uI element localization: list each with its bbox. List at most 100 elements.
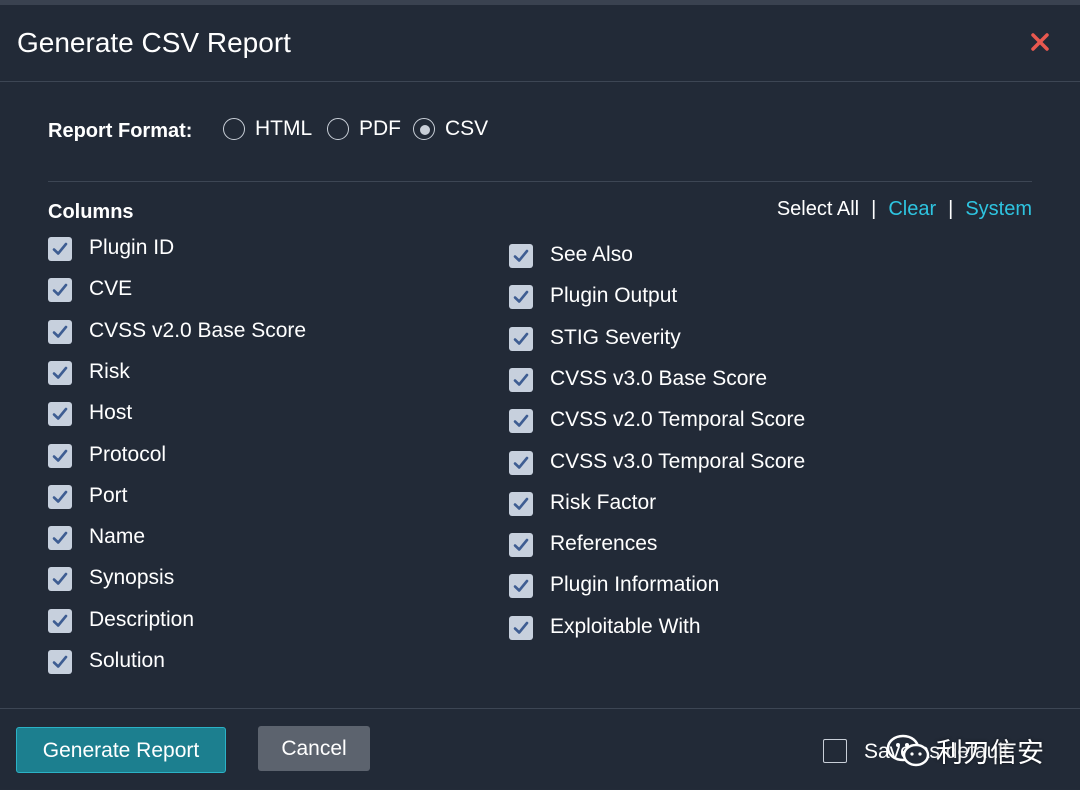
column-label: CVSS v2.0 Temporal Score: [550, 408, 806, 432]
checkbox-checked: [509, 450, 533, 475]
generate-report-dialog: Generate CSV Report Report Format: HTML …: [0, 5, 1080, 789]
checkbox-checked: [48, 526, 72, 551]
column-checkbox-item[interactable]: CVSS v3.0 Base Score: [509, 366, 929, 396]
clear-link[interactable]: Clear: [888, 198, 936, 220]
wechat-icon: [886, 734, 930, 767]
system-link[interactable]: System: [965, 198, 1032, 220]
checkmark-icon: [52, 283, 68, 297]
column-label: STIG Severity: [550, 325, 681, 349]
dialog-header: Generate CSV Report: [0, 5, 1080, 82]
checkbox-checked: [509, 367, 533, 392]
checkbox-checked: [48, 443, 72, 468]
column-checkbox-item[interactable]: See Also: [509, 242, 929, 272]
separator: |: [948, 198, 954, 220]
checkmark-icon: [513, 373, 529, 386]
checkmark-icon: [52, 655, 68, 668]
column-checkbox-item[interactable]: Name: [48, 524, 468, 554]
column-checkbox-item[interactable]: CVE: [48, 276, 468, 306]
checkmark-icon: [52, 573, 68, 586]
column-label: Solution: [89, 649, 165, 672]
report-format-label: Report Format:: [48, 120, 193, 142]
radio-circle: [223, 118, 245, 140]
column-checkbox-item[interactable]: CVSS v3.0 Temporal Score: [509, 449, 929, 479]
checkbox-empty: [823, 739, 847, 763]
close-icon[interactable]: [1026, 27, 1054, 55]
checkbox-checked: [509, 491, 533, 516]
checkbox-checked: [48, 567, 72, 592]
checkbox-checked: [48, 237, 72, 261]
radio-circle: [327, 118, 349, 140]
radio-html[interactable]: HTML: [223, 115, 318, 145]
checkmark-icon: [52, 407, 68, 420]
column-checkbox-item[interactable]: Risk: [48, 359, 468, 389]
radio-csv-label: CSV: [445, 117, 489, 140]
column-label: CVSS v3.0 Base Score: [550, 366, 768, 390]
column-label: See Also: [550, 243, 633, 266]
checkbox-checked: [48, 608, 72, 633]
checkmark-icon: [52, 490, 68, 503]
checkbox-checked: [509, 574, 533, 599]
separator: |: [871, 198, 877, 220]
column-checkbox-item[interactable]: Solution: [48, 648, 468, 678]
radio-selected-dot: [420, 125, 430, 135]
column-label: Exploitable With: [550, 614, 701, 638]
column-checkbox-item[interactable]: Description: [48, 607, 468, 637]
checkbox-checked: [509, 326, 533, 351]
column-label: Port: [89, 483, 128, 507]
cancel-button[interactable]: Cancel: [258, 726, 370, 771]
checkmark-icon: [52, 531, 68, 544]
column-label: Risk Factor: [550, 490, 657, 514]
column-checkbox-item[interactable]: Plugin ID: [48, 235, 468, 265]
column-actions: Select All | Clear | System: [777, 198, 1032, 221]
column-label: Synopsis: [89, 566, 175, 590]
column-label: Description: [89, 607, 195, 631]
checkmark-icon: [513, 249, 529, 262]
checkbox-checked: [509, 615, 533, 640]
column-label: Plugin Information: [550, 573, 720, 597]
column-checkbox-item[interactable]: References: [509, 531, 929, 561]
checkmark-icon: [52, 325, 68, 338]
checkmark-icon: [513, 497, 529, 510]
checkbox-checked: [509, 244, 533, 268]
checkbox-checked: [48, 484, 72, 509]
watermark: 利刃信安: [886, 729, 1056, 769]
column-label: Protocol: [89, 442, 167, 466]
radio-circle: [413, 118, 435, 140]
checkmark-icon: [52, 614, 68, 627]
column-checkbox-item[interactable]: Synopsis: [48, 565, 468, 595]
checkmark-icon: [513, 621, 529, 634]
column-label: CVE: [89, 277, 133, 301]
column-checkbox-item[interactable]: Plugin Information: [509, 572, 929, 602]
checkmark-icon: [513, 538, 529, 551]
column-checkbox-item[interactable]: CVSS v2.0 Base Score: [48, 318, 468, 348]
column-checkbox-item[interactable]: Host: [48, 400, 468, 430]
column-label: Plugin Output: [550, 284, 678, 308]
radio-csv[interactable]: CSV: [413, 115, 493, 145]
column-label: CVSS v2.0 Base Score: [89, 318, 307, 342]
generate-report-button[interactable]: Generate Report: [16, 727, 226, 773]
column-checkbox-item[interactable]: CVSS v2.0 Temporal Score: [509, 407, 929, 437]
columns-heading: Columns: [48, 201, 134, 223]
section-divider: [48, 181, 1032, 182]
checkbox-checked: [509, 409, 533, 434]
column-checkbox-item[interactable]: Exploitable With: [509, 614, 929, 644]
checkbox-checked: [509, 533, 533, 558]
select-all-link[interactable]: Select All: [777, 198, 859, 220]
checkmark-icon: [513, 332, 529, 345]
column-checkbox-item[interactable]: STIG Severity: [509, 325, 929, 355]
checkmark-icon: [513, 580, 529, 593]
column-label: Risk: [89, 359, 130, 383]
report-format-row: Report Format: HTML PDF CSV: [48, 115, 1028, 147]
dialog-title: Generate CSV Report: [17, 27, 291, 58]
checkbox-checked: [48, 402, 72, 427]
column-checkbox-item[interactable]: Risk Factor: [509, 490, 929, 520]
checkbox-checked: [48, 319, 72, 344]
radio-pdf[interactable]: PDF: [327, 115, 407, 145]
column-checkbox-item[interactable]: Plugin Output: [509, 283, 929, 313]
column-label: Plugin ID: [89, 236, 175, 259]
watermark-text: 利刃信安: [936, 738, 1044, 769]
radio-pdf-label: PDF: [359, 117, 401, 140]
checkmark-icon: [52, 242, 68, 255]
column-checkbox-item[interactable]: Port: [48, 483, 468, 513]
column-checkbox-item[interactable]: Protocol: [48, 442, 468, 472]
